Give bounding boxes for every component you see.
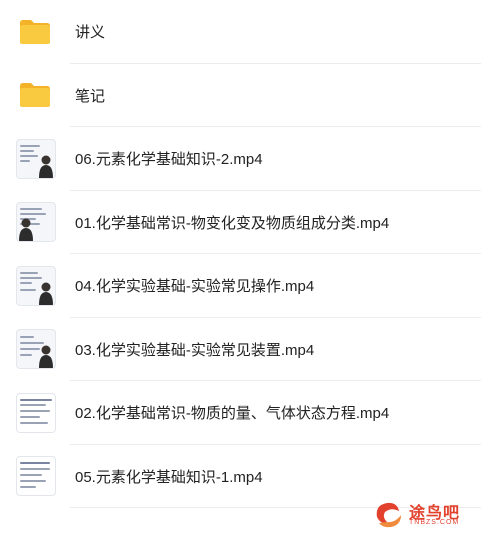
file-name: 讲义 [75, 24, 106, 42]
video-thumbnail [16, 265, 56, 306]
bird-logo-icon [376, 502, 401, 528]
list-item[interactable]: 笔记 [0, 64, 481, 127]
list-item[interactable]: 01.化学基础常识-物变化变及物质组成分类.mp4 [0, 191, 481, 254]
video-thumbnail [16, 456, 56, 497]
file-name: 02.化学基础常识-物质的量、气体状态方程.mp4 [75, 405, 390, 423]
file-list: 讲义 笔记 06.元素化学基础知识-2.mp4 01.化学基础常识-物变化变及物… [0, 0, 481, 508]
watermark-subtext: TNBZS.COM [409, 519, 460, 526]
file-name: 06.元素化学基础知识-2.mp4 [75, 151, 263, 169]
video-thumbnail [16, 329, 56, 370]
video-thumbnail [16, 392, 56, 433]
file-name: 05.元素化学基础知识-1.mp4 [75, 468, 263, 486]
list-item[interactable]: 讲义 [0, 0, 481, 64]
file-name: 03.化学实验基础-实验常见装置.mp4 [75, 341, 315, 359]
video-thumbnail [16, 138, 56, 179]
folder-icon [20, 83, 50, 108]
file-name: 01.化学基础常识-物变化变及物质组成分类.mp4 [75, 214, 390, 232]
file-name: 04.化学实验基础-实验常见操作.mp4 [75, 278, 315, 296]
list-item[interactable]: 06.元素化学基础知识-2.mp4 [0, 127, 481, 191]
list-item[interactable]: 04.化学实验基础-实验常见操作.mp4 [0, 254, 481, 318]
list-item[interactable]: 03.化学实验基础-实验常见装置.mp4 [0, 318, 481, 381]
watermark-logo: 途鸟吧 TNBZS.COM [371, 497, 471, 531]
video-thumbnail [16, 202, 56, 243]
file-name: 笔记 [75, 87, 106, 105]
list-item[interactable]: 02.化学基础常识-物质的量、气体状态方程.mp4 [0, 381, 481, 445]
folder-icon [20, 19, 50, 44]
